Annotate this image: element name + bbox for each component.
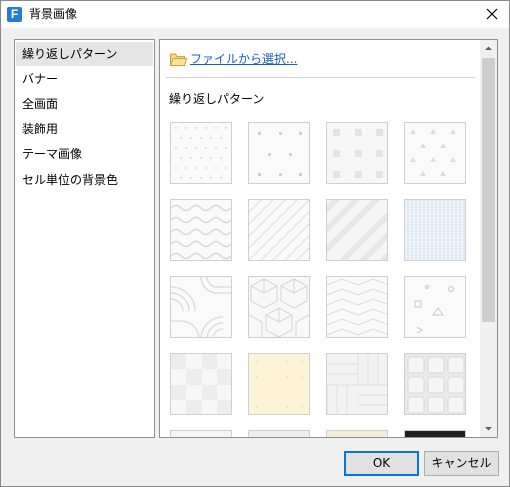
- sidebar-item-theme-image[interactable]: テーマ画像: [16, 142, 153, 166]
- pattern-tiles: [405, 354, 465, 414]
- scroll-down-button[interactable]: [480, 420, 497, 437]
- pattern-tile-checker[interactable]: [170, 353, 232, 415]
- pattern-tile-partial-3[interactable]: [326, 430, 388, 437]
- select-from-file-link[interactable]: ファイルから選択...: [170, 51, 297, 67]
- pattern-checker: [171, 354, 231, 414]
- pattern-tile-shapes[interactable]: [404, 276, 466, 338]
- sidebar-item-decoration[interactable]: 装飾用: [16, 117, 153, 141]
- pattern-tile-chevrons[interactable]: [326, 276, 388, 338]
- pattern-diagonal-lines: [249, 200, 309, 260]
- vertical-scrollbar[interactable]: [480, 40, 497, 437]
- pattern-tile-yellow-grid[interactable]: [248, 353, 310, 415]
- chevron-down-icon: [485, 427, 492, 431]
- pattern-vertical-lines-blue: [405, 200, 465, 260]
- pattern-tile-diagonal-lines[interactable]: [248, 199, 310, 261]
- pattern-basketweave: [327, 354, 387, 414]
- pattern-tile-squares[interactable]: [326, 122, 388, 184]
- category-list: 繰り返しパターン バナー 全画面 装飾用 テーマ画像 セル単位の背景色: [14, 39, 155, 438]
- close-icon: [486, 8, 498, 20]
- pattern-partial-dark: [405, 431, 465, 437]
- sidebar-item-banner[interactable]: バナー: [16, 67, 153, 91]
- pattern-tile-vertical-lines-blue[interactable]: [404, 199, 466, 261]
- pattern-sparse-dots: [249, 123, 309, 183]
- divider: [166, 77, 475, 78]
- pattern-tile-waves[interactable]: [170, 199, 232, 261]
- pattern-tile-arcs[interactable]: [170, 276, 232, 338]
- window-title: 背景画像: [29, 7, 78, 21]
- ok-button[interactable]: OK: [344, 451, 419, 476]
- pattern-partial-3: [327, 431, 387, 437]
- pattern-tile-partial-1[interactable]: [170, 430, 232, 437]
- pattern-waves: [171, 200, 231, 260]
- folder-icon: [170, 53, 187, 66]
- scroll-up-button[interactable]: [480, 40, 497, 57]
- pattern-wide-stripes: [327, 200, 387, 260]
- sidebar-item-repeat-pattern[interactable]: 繰り返しパターン: [16, 42, 153, 66]
- pattern-chevrons: [327, 277, 387, 337]
- pattern-tile-cubes[interactable]: [248, 276, 310, 338]
- pattern-tile-diagonal-dots[interactable]: [170, 122, 232, 184]
- close-button[interactable]: [475, 1, 509, 28]
- pattern-triangles: [405, 123, 465, 183]
- sidebar-item-fullscreen[interactable]: 全画面: [16, 92, 153, 116]
- scroll-thumb[interactable]: [482, 58, 495, 322]
- pattern-tile-basketweave[interactable]: [326, 353, 388, 415]
- pattern-tile-tiles[interactable]: [404, 353, 466, 415]
- title-bar: F 背景画像: [1, 1, 509, 28]
- select-from-file-label: ファイルから選択...: [190, 52, 298, 66]
- pattern-arcs: [171, 277, 231, 337]
- app-icon: F: [7, 7, 22, 22]
- pattern-tile-partial-dark[interactable]: [404, 430, 466, 437]
- pattern-partial-1: [171, 431, 231, 437]
- pattern-tile-sparse-dots[interactable]: [248, 122, 310, 184]
- section-title: 繰り返しパターン: [169, 92, 265, 106]
- pattern-tile-triangles[interactable]: [404, 122, 466, 184]
- dialog-window: F 背景画像 繰り返しパターン バナー 全画面 装飾用 テーマ画像 セル単位の背…: [0, 0, 510, 487]
- pattern-shapes: [405, 277, 465, 337]
- pattern-yellow-grid: [249, 354, 309, 414]
- pattern-panel: ファイルから選択... 繰り返しパターン: [159, 39, 498, 438]
- pattern-squares: [327, 123, 387, 183]
- cancel-button[interactable]: キャンセル: [424, 451, 499, 476]
- pattern-tile-partial-2[interactable]: [248, 430, 310, 437]
- chevron-up-icon: [485, 46, 492, 50]
- pattern-tile-wide-stripes[interactable]: [326, 199, 388, 261]
- pattern-diagonal-dots: [171, 123, 231, 183]
- sidebar-item-cell-background[interactable]: セル単位の背景色: [16, 168, 153, 192]
- pattern-partial-2: [249, 431, 309, 437]
- pattern-cubes: [249, 277, 309, 337]
